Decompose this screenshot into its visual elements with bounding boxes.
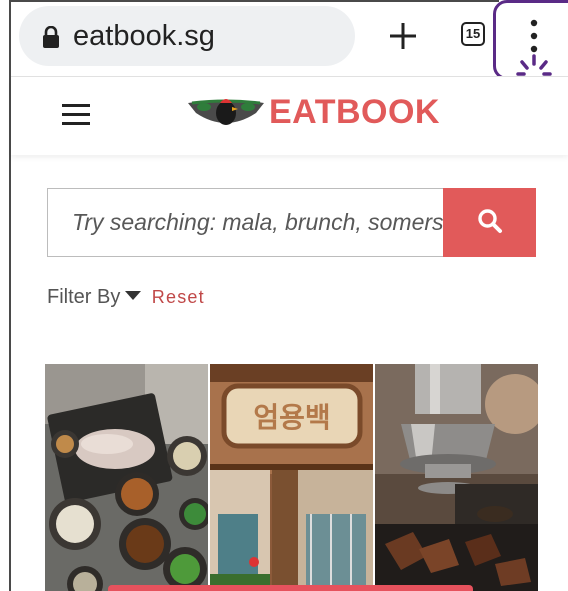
plus-icon[interactable] <box>389 22 417 50</box>
address-bar[interactable]: eatbook.sg <box>19 6 355 66</box>
search-box <box>47 188 444 257</box>
tab-switcher-button[interactable]: 15 <box>461 22 485 46</box>
featured-article-image[interactable]: 엄용백 <box>45 364 538 591</box>
url-text: eatbook.sg <box>73 20 215 52</box>
article-tag-strip <box>108 585 473 591</box>
site-header: EATBOOK <box>11 77 568 155</box>
grilled-meat-photo <box>375 364 538 591</box>
filter-label[interactable]: Filter By <box>47 286 120 308</box>
search-button[interactable] <box>443 188 536 257</box>
rooster-bowl-logo[interactable] <box>186 93 266 133</box>
korean-restaurant-sign-photo: 엄용백 <box>210 364 373 591</box>
caret-down-icon[interactable] <box>125 291 142 300</box>
search-input[interactable] <box>48 189 443 256</box>
site-logo-text[interactable]: EATBOOK <box>269 93 440 132</box>
lock-icon <box>43 26 59 48</box>
reset-link[interactable]: Reset <box>152 287 205 307</box>
filter-row: Filter By Reset <box>47 286 205 314</box>
restaurant-sign-text: 엄용백 <box>253 401 330 434</box>
korean-food-spread-photo <box>45 364 208 591</box>
hamburger-icon[interactable] <box>62 104 90 126</box>
search-icon <box>478 209 502 233</box>
browser-toolbar: eatbook.sg 15 <box>11 2 568 76</box>
